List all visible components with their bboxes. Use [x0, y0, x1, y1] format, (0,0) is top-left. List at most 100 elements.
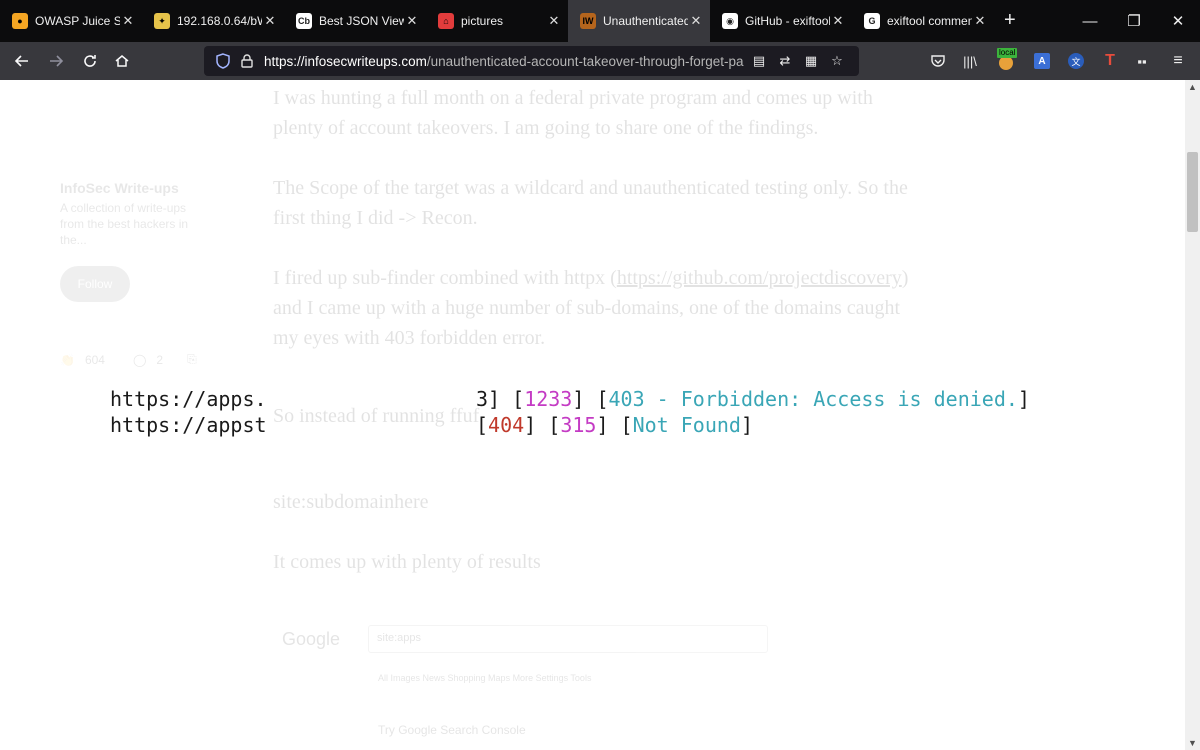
paragraph-3-text-a: I fired up sub-finder combined with http… [273, 267, 617, 289]
url-path: /unauthenticated-account-takeover-throug… [426, 53, 744, 69]
arrow-right-icon [50, 55, 64, 67]
t-extension-icon[interactable]: T [1098, 50, 1122, 72]
terminal-line-2: https://appst [110, 412, 267, 438]
terminal-output-image: So instead of running ffuf https://apps.… [0, 380, 1185, 446]
follow-button[interactable]: Follow [60, 266, 130, 302]
navigation-toolbar: https://infosecwriteups.com/unauthentica… [0, 42, 1200, 80]
browser-tab[interactable]: Cb Best JSON Viewer✕ [284, 0, 426, 42]
tab-favicon-icon: Cb [296, 13, 312, 29]
google-tabs: All Images News Shopping Maps More Setti… [378, 673, 592, 683]
tab-title: 192.168.0.64/bWA [177, 14, 262, 28]
arrow-left-icon [14, 55, 28, 67]
line2-status-open: [ [620, 413, 633, 437]
browser-tab[interactable]: Gexiftool comment ✕ [852, 0, 994, 42]
ghost-paragraph-text: So instead of running ffuf [273, 405, 480, 427]
scrollbar-thumb[interactable] [1187, 152, 1198, 232]
home-button[interactable] [108, 47, 136, 75]
tab-title: exiftool comment [887, 14, 972, 28]
tab-favicon-icon: ⌂ [438, 13, 454, 29]
reload-icon [84, 55, 96, 67]
publication-name[interactable]: InfoSec Write-ups [60, 180, 210, 196]
tab-favicon-icon: ✦ [154, 13, 170, 29]
pocket-icon[interactable] [926, 50, 950, 72]
tab-close-icon[interactable]: ✕ [688, 13, 704, 29]
projectdiscovery-link[interactable]: https://github.com/projectdiscovery [617, 267, 902, 289]
address-bar[interactable]: https://infosecwriteups.com/unauthentica… [204, 46, 859, 76]
translate-extension-icon[interactable]: A [1030, 50, 1054, 72]
line1-status: 403 - Forbidden: Access is denied. [608, 387, 1018, 411]
tab-close-icon[interactable]: ✕ [546, 13, 562, 29]
comment-count: 2 [156, 352, 164, 367]
line2-status: Not Found [632, 413, 741, 437]
back-button[interactable] [8, 47, 36, 75]
bookmark-star-icon[interactable]: ☆ [826, 50, 848, 72]
scroll-down-arrow-icon[interactable]: ▼ [1185, 736, 1200, 750]
line2-size: 315 [560, 413, 597, 437]
tab-favicon-icon: ◉ [722, 13, 738, 29]
tab-strip: ●OWASP Juice Sho✕✦192.168.0.64/bWA✕CbBes… [0, 0, 1200, 42]
comment-icon[interactable]: ◯ [133, 353, 146, 367]
line1-status-open: [ [596, 387, 609, 411]
line1-status-close: ] [1017, 387, 1030, 411]
reader-view-icon[interactable]: ▤ [748, 50, 770, 72]
tab-favicon-icon: ● [12, 13, 28, 29]
new-tab-button[interactable]: + [1004, 10, 1016, 30]
tab-title: OWASP Juice Sho [35, 14, 120, 28]
line1-bracket: 3] [476, 387, 501, 411]
web-page: InfoSec Write-ups A collection of write-… [0, 80, 1185, 750]
library-icon[interactable]: |||\ [958, 50, 982, 72]
close-window-button[interactable]: ✕ [1156, 0, 1200, 42]
scroll-up-arrow-icon[interactable]: ▲ [1185, 80, 1200, 94]
browser-tab[interactable]: IW Unauthenticated ✕ [568, 0, 710, 42]
terminal-line-1: https://apps. [110, 386, 267, 412]
url-text[interactable]: https://infosecwriteups.com/unauthentica… [264, 54, 744, 69]
tracking-protection-shield-icon[interactable] [212, 53, 234, 69]
google-result-title: Try Google Search Console [378, 723, 526, 737]
tab-title: pictures [461, 14, 504, 28]
browser-tab[interactable]: ⌂ pictures ✕ [426, 0, 568, 42]
page-scrollbar[interactable]: ▲ ▼ [1185, 80, 1200, 750]
bookmark-icon[interactable]: ⎘ [187, 352, 197, 367]
line2-code: 404 [488, 413, 525, 437]
translate-alt-extension-icon[interactable]: 文 [1064, 50, 1088, 72]
tab-title: GitHub - exiftool [745, 14, 830, 28]
tab-favicon-icon: G [864, 13, 880, 29]
tab-close-icon[interactable]: ✕ [830, 13, 846, 29]
clap-icon[interactable]: 👏 [60, 353, 75, 367]
reload-button[interactable] [76, 47, 104, 75]
terminal-line-2-details: [404] [315] [Not Found] [476, 413, 753, 437]
lock-icon[interactable] [238, 54, 256, 68]
article-paragraph-3: I fired up sub-finder combined with http… [273, 263, 913, 353]
tab-close-icon[interactable]: ✕ [120, 13, 136, 29]
line2-url: https://appst [110, 413, 267, 437]
browser-tab[interactable]: ● OWASP Juice Sho✕ [0, 0, 142, 42]
qr-code-icon[interactable]: ▦ [800, 50, 822, 72]
tab-title: Best JSON Viewer [319, 14, 404, 28]
tab-close-icon[interactable]: ✕ [404, 13, 420, 29]
terminal-line-1-details: 3] [1233] [403 - Forbidden: Access is de… [476, 387, 1030, 411]
article-stats: 👏 604 ◯ 2 ⎘ [60, 352, 210, 367]
article-paragraph-1: I was hunting a full month on a federal … [273, 87, 873, 139]
home-icon [115, 55, 129, 67]
line2-status-close: ] [740, 413, 753, 437]
local-badge: local [997, 48, 1018, 58]
restore-button[interactable]: ❐ [1112, 0, 1156, 42]
article-paragraph-2: The Scope of the target was a wildcard a… [273, 177, 908, 229]
publication-description: A collection of write-ups from the best … [60, 201, 189, 247]
extension-local-icon[interactable]: local [994, 48, 1018, 72]
publication-sidebar: InfoSec Write-ups A collection of write-… [60, 180, 210, 367]
article-paragraph-5: site:subdomainhere [273, 491, 429, 513]
forward-button[interactable] [42, 47, 70, 75]
hamburger-menu-icon[interactable]: ≡ [1166, 50, 1190, 72]
minimize-button[interactable]: — [1068, 0, 1112, 42]
translate-page-icon[interactable]: ⇄ [774, 50, 796, 72]
tab-close-icon[interactable]: ✕ [262, 13, 278, 29]
google-logo: Google [282, 629, 341, 649]
line1-size: 1233 [524, 387, 573, 411]
tab-title: Unauthenticated [603, 14, 688, 28]
browser-tab[interactable]: ◉ GitHub - exiftool ✕ [710, 0, 852, 42]
extensions-grid-icon[interactable]: ▪▪ [1130, 50, 1154, 72]
url-domain: https://infosecwriteups.com [264, 53, 427, 69]
browser-tab[interactable]: ✦ 192.168.0.64/bWA✕ [142, 0, 284, 42]
tab-close-icon[interactable]: ✕ [972, 13, 988, 29]
